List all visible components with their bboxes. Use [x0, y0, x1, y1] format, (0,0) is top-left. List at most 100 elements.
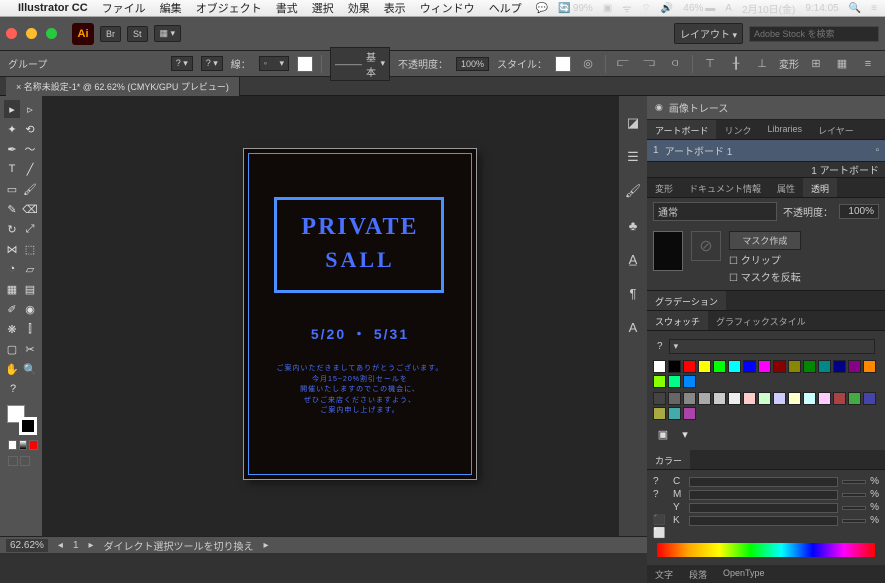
- screen-mode[interactable]: [8, 456, 18, 466]
- tab-transform[interactable]: 変形: [647, 178, 681, 197]
- date[interactable]: 2月10日(金): [742, 1, 795, 16]
- swatch[interactable]: [698, 392, 711, 405]
- menu-window[interactable]: ウィンドウ: [420, 0, 475, 16]
- tab-gradient[interactable]: グラデーション: [647, 291, 726, 310]
- menu-type[interactable]: 書式: [276, 0, 298, 16]
- swatch[interactable]: [713, 360, 726, 373]
- fill-stroke-control[interactable]: [7, 405, 37, 435]
- menu-select[interactable]: 選択: [312, 0, 334, 16]
- scale-tool[interactable]: ⤢: [22, 220, 38, 238]
- style-swatch[interactable]: [555, 56, 571, 72]
- zoom-level[interactable]: 62.62%: [6, 539, 48, 552]
- free-transform-tool[interactable]: ⬚: [22, 240, 38, 258]
- dock-opentype-icon[interactable]: A: [624, 318, 642, 336]
- stroke-box[interactable]: [19, 417, 37, 435]
- panel-opacity-input[interactable]: 100%: [839, 204, 879, 219]
- swatch[interactable]: [788, 392, 801, 405]
- swatch[interactable]: [668, 360, 681, 373]
- k-value[interactable]: [842, 519, 866, 523]
- poster-body[interactable]: ご案内いただきましてありがとうございます。 今月15~20%割引セールを 開催い…: [264, 364, 456, 417]
- m-slider[interactable]: [689, 490, 838, 500]
- bluetooth-icon[interactable]: ⌔: [641, 2, 650, 15]
- layout-dropdown[interactable]: レイアウト ▾: [674, 23, 743, 44]
- line-tool[interactable]: ╱: [22, 160, 38, 178]
- artboard-list-item[interactable]: 1アートボード 1 ▫: [647, 140, 885, 161]
- stock-button[interactable]: St: [127, 26, 148, 42]
- swatch[interactable]: [668, 392, 681, 405]
- align-v3-icon[interactable]: ⊥: [753, 55, 771, 73]
- shape-builder-tool[interactable]: ◔: [4, 260, 20, 278]
- volume-icon[interactable]: 🔊: [661, 3, 673, 14]
- magic-wand-tool[interactable]: ✦: [4, 120, 20, 138]
- gradient-tool[interactable]: ▤: [22, 280, 38, 298]
- swatch[interactable]: [683, 375, 696, 388]
- color-mode-gradient[interactable]: [19, 440, 28, 450]
- stroke-weight[interactable]: ◦ ▾: [259, 56, 289, 71]
- document-tab[interactable]: × 名称未設定-1* @ 62.62% (CMYK/GPU プレビュー): [6, 77, 240, 96]
- selection-tool[interactable]: ▸: [4, 100, 20, 118]
- swatch-group-select[interactable]: ▾: [669, 339, 875, 354]
- stroke2-dropdown[interactable]: ? ▾: [201, 56, 223, 71]
- swatch[interactable]: [683, 392, 696, 405]
- curvature-tool[interactable]: 〜: [22, 140, 38, 158]
- y-value[interactable]: [842, 506, 866, 510]
- tab-opentype[interactable]: OpenType: [715, 565, 773, 583]
- perspective-tool[interactable]: ▱: [22, 260, 38, 278]
- menu-view[interactable]: 表示: [384, 0, 406, 16]
- battery-status[interactable]: 46% ▬: [683, 3, 715, 14]
- swatch[interactable]: [713, 392, 726, 405]
- swatch[interactable]: [743, 392, 756, 405]
- menu-file[interactable]: ファイル: [102, 0, 146, 16]
- window-minimize[interactable]: [26, 28, 37, 39]
- tab-libraries[interactable]: Libraries: [759, 120, 810, 139]
- swatch[interactable]: [728, 360, 741, 373]
- swatch[interactable]: [863, 392, 876, 405]
- swatch[interactable]: [653, 375, 666, 388]
- eraser-tool[interactable]: ⌫: [22, 200, 38, 218]
- artboard[interactable]: PRIVATE SALL 5/20 ・ 5/31 ご案内いただきましてありがとう…: [244, 149, 476, 479]
- swatch[interactable]: [668, 375, 681, 388]
- swatch[interactable]: [833, 392, 846, 405]
- screen-mode-2[interactable]: [20, 456, 30, 466]
- image-trace-button[interactable]: ◉ 画像トレース: [647, 96, 885, 120]
- dock-color-icon[interactable]: ◪: [624, 114, 642, 132]
- m-value[interactable]: [842, 493, 866, 497]
- swatch[interactable]: [683, 407, 696, 420]
- canvas[interactable]: PRIVATE SALL 5/20 ・ 5/31 ご案内いただきましてありがとう…: [42, 96, 619, 536]
- swatch-lib-icon[interactable]: ▣: [654, 425, 672, 443]
- arrange-button[interactable]: ▦ ▾: [154, 25, 182, 42]
- tab-attributes[interactable]: 属性: [769, 178, 803, 197]
- tray-icon[interactable]: ▣: [603, 3, 612, 14]
- align-v1-icon[interactable]: ⊤: [701, 55, 719, 73]
- dock-symbols-icon[interactable]: ♣: [624, 216, 642, 234]
- swatch[interactable]: [743, 360, 756, 373]
- y-slider[interactable]: [689, 503, 838, 513]
- dock-stroke-icon[interactable]: ☰: [624, 148, 642, 166]
- swatch[interactable]: [848, 392, 861, 405]
- width-tool[interactable]: ⋈: [4, 240, 20, 258]
- type-tool[interactable]: T: [4, 160, 20, 178]
- swatch[interactable]: [653, 407, 666, 420]
- tab-artboards[interactable]: アートボード: [647, 120, 716, 139]
- swatch[interactable]: [773, 360, 786, 373]
- pen-tool[interactable]: ✒: [4, 140, 20, 158]
- mesh-tool[interactable]: ▦: [4, 280, 20, 298]
- blend-mode-select[interactable]: 通常: [653, 202, 777, 221]
- swatch[interactable]: [653, 360, 666, 373]
- swatch[interactable]: [833, 360, 846, 373]
- opacity-input[interactable]: 100%: [456, 57, 489, 71]
- swatch[interactable]: [788, 360, 801, 373]
- line-icon[interactable]: 💬: [536, 3, 548, 14]
- swatch[interactable]: [803, 360, 816, 373]
- zoom-tool[interactable]: 🔍: [22, 360, 38, 378]
- stroke-color-swatch[interactable]: [297, 56, 313, 72]
- edit-icon[interactable]: ▦: [833, 55, 851, 73]
- dock-brushes-icon[interactable]: 🖌: [624, 182, 642, 200]
- rotate-tool[interactable]: ↻: [4, 220, 20, 238]
- slice-tool[interactable]: ✂: [22, 340, 38, 358]
- wifi-icon[interactable]: ᯤ: [622, 1, 631, 15]
- swatch[interactable]: [668, 407, 681, 420]
- swatch[interactable]: [758, 392, 771, 405]
- swatch[interactable]: [683, 360, 696, 373]
- isolate-icon[interactable]: ⊞: [807, 55, 825, 73]
